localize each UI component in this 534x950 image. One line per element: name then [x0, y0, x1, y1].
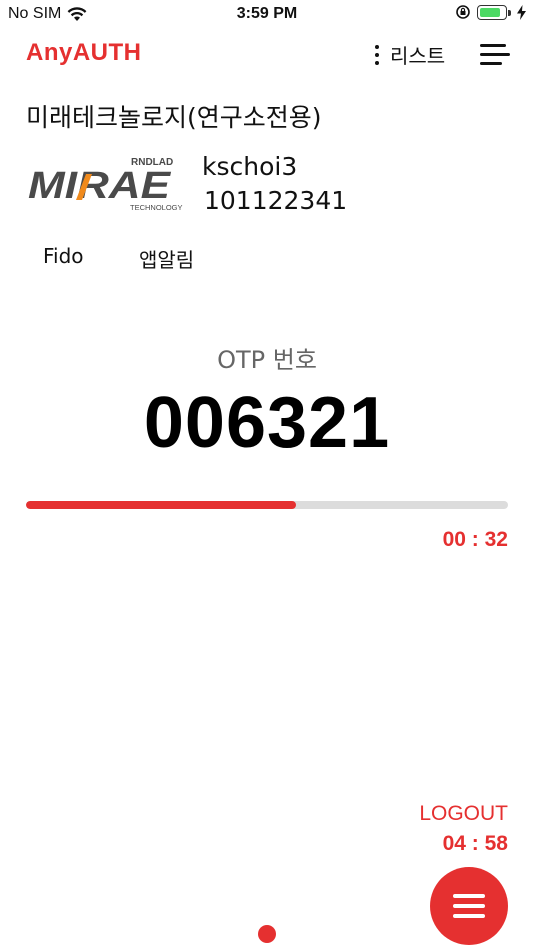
tab-app-notification[interactable]: 앱알림: [139, 244, 194, 273]
fab-line: [453, 904, 485, 908]
session-timer: 04 : 58: [442, 832, 508, 855]
fab-line: [453, 894, 485, 898]
otp-timer: 00 : 32: [442, 528, 508, 551]
list-label: 리스트: [390, 44, 446, 68]
page-indicator-dot: [258, 925, 276, 943]
logout-button[interactable]: LOGOUT: [419, 802, 508, 826]
battery-icon: [477, 4, 511, 20]
menu-fab-button[interactable]: [430, 867, 508, 945]
app-header: AnyAUTH 리스트: [0, 36, 534, 76]
hamburger-icon[interactable]: [480, 44, 510, 68]
kebab-icon: [374, 44, 380, 65]
rotation-lock-icon: [456, 5, 470, 19]
bolt-icon: [517, 4, 526, 20]
otp-code: 006321: [143, 383, 391, 463]
status-bar: No SIM 3:59 PM: [0, 0, 534, 30]
logo-main-text: MIRAE: [28, 165, 172, 207]
logo-sub-text: TECHNOLOGY: [130, 203, 183, 212]
fab-line: [453, 914, 485, 918]
otp-progress-fill: [26, 501, 296, 509]
list-button[interactable]: 리스트: [374, 40, 445, 69]
company-logo: RNDLAD MIRAE TECHNOLOGY: [28, 157, 183, 212]
organization-title: 미래테크놀로지(연구소전용): [26, 103, 322, 132]
tab-fido[interactable]: Fido: [43, 244, 84, 268]
user-number: 101122341: [204, 186, 348, 215]
status-right: [455, 4, 526, 20]
otp-label: OTP 번호: [217, 346, 317, 374]
brand-logo: AnyAUTH: [26, 39, 142, 66]
user-id: kschoi3: [202, 152, 298, 181]
status-time: 3:59 PM: [236, 5, 298, 22]
otp-progress-bar: [26, 501, 508, 509]
